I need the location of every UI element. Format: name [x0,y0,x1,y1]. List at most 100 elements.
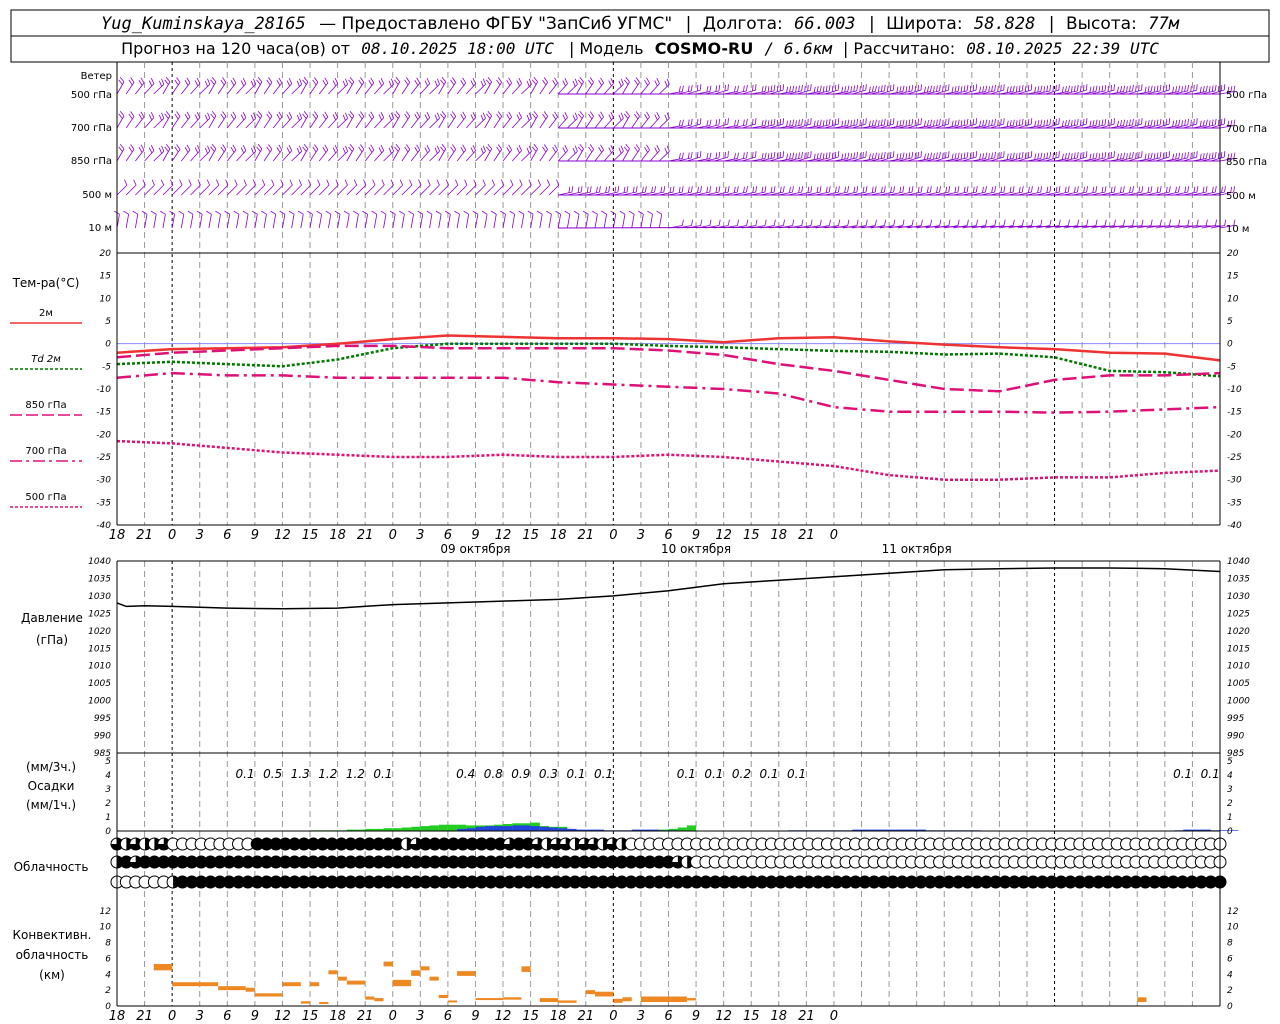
wind-barb-flag [463,210,469,215]
wind-barb-flag [625,110,630,117]
wind-barb-flag [764,219,767,226]
wind-barb-flag [462,144,467,151]
wind-barb-flag [654,147,658,154]
wind-barb-flag [451,111,457,117]
wind-barb-flag [1009,86,1012,93]
wind-barb-flag [598,147,603,153]
wind-barb-flag [874,186,877,193]
wind-barb-flag [1064,86,1067,93]
wind-barb-flag [868,153,871,160]
wind-barb-flag [242,78,247,84]
hour-tick-label: 3 [416,528,424,543]
wind-barb [429,150,440,162]
wind-barb-flag [579,76,584,83]
wind-barb-flag [1159,219,1162,226]
wind-barb [364,149,375,162]
wind-barb-flag [1175,86,1178,93]
wind-barb-flag [424,147,428,154]
wind-barb-flag [807,186,810,193]
wind-barb-flag [194,80,199,87]
wind-barb [539,214,543,229]
wind-barb-flag [1018,186,1021,193]
temp-tick-right: -25 [1227,453,1242,463]
wind-barb [346,184,357,196]
wind-barb-flag [816,153,819,160]
hour-tick-label: 21 [357,528,374,543]
wind-barb-flag [232,77,237,84]
wind-barb-flag [1027,84,1030,92]
wind-barb-flag [743,152,745,159]
wind-barb-flag [911,186,914,193]
wind-barb-flag [130,77,135,83]
wind-barb-flag [1135,152,1137,159]
hour-tick-label: 18 [329,528,346,543]
wind-barb [364,116,375,129]
wind-barb-flag [1046,119,1049,126]
wind-barb-flag [132,210,139,215]
wind-barb-flag [783,219,785,226]
wind-barb-flag [801,84,803,91]
wind-barb [272,184,284,196]
wind-barb-flag [1098,153,1101,160]
wind-barb [355,116,365,129]
wind-barb-flag [1085,118,1088,125]
temp-tick-left: -35 [96,498,111,508]
precip-bar-green [411,826,421,831]
wind-barb-flag [881,186,883,193]
wind-barb [429,184,440,196]
wind-barb-flag [911,84,914,91]
wind-barb-flag [635,186,638,193]
wind-barb-flag [746,118,748,125]
wind-barb-flag [724,118,726,126]
wind-barb-flag [930,219,933,226]
wind-barb-flag [727,84,729,91]
wind-barb-flag [325,210,332,215]
temp-tick-left: -10 [96,385,111,395]
wind-barb-flag [1120,153,1123,160]
wind-barb-flag [1159,151,1162,158]
wind-barb [622,214,626,229]
wind-barb-flag [1168,151,1171,158]
wind-barb-flag [623,79,629,85]
wind-barb-flag [871,186,874,193]
wind-barb-flag [1193,118,1195,126]
wind-barb-flag [642,186,644,193]
wind-barb-flag [268,77,273,83]
wind-barb-flag [314,111,319,117]
pressure-tick-right: 990 [1227,732,1244,742]
wind-barb-flag [1064,186,1067,193]
wind-barb-flag [656,145,660,151]
wind-barb-flag [150,145,155,151]
wind-barb-flag [496,79,501,86]
wind-barb-flag [736,186,739,193]
wind-barb [309,184,321,196]
wind-barb-flag [1030,151,1033,158]
wind-barb-flag [1052,152,1054,159]
wind-barb-flag [266,146,271,153]
wind-barb-flag [1031,219,1034,226]
precip-tick-left: 2 [105,799,111,809]
conv-tick-left: 4 [105,970,111,980]
wind-barb [567,117,578,129]
wind-barb-flag [1046,85,1049,92]
wind-barb [493,214,497,229]
wind-barb-flag [764,186,767,193]
wind-barb-flag [123,210,129,215]
wind-barb-flag [718,151,721,158]
hour-tick-label: 3 [196,528,204,543]
wind-barb-flag [1049,186,1052,193]
wind-barb [328,214,332,229]
wind-barb-flag [261,179,266,186]
wind-barb [502,82,512,95]
wind-barb-flag [1077,186,1079,193]
wind-barb-flag [1034,120,1037,127]
wind-barb-flag [825,85,828,92]
precip-3h-total: 1.3 [291,767,310,781]
precip-3h-total: 0.1 [594,767,613,781]
wind-barb-flag [997,152,999,159]
wind-barb-flag [810,151,812,158]
wind-barb-flag [991,186,994,193]
wind-barb [659,150,670,162]
wind-barb-flag [119,143,125,150]
wind-barb [309,149,319,162]
